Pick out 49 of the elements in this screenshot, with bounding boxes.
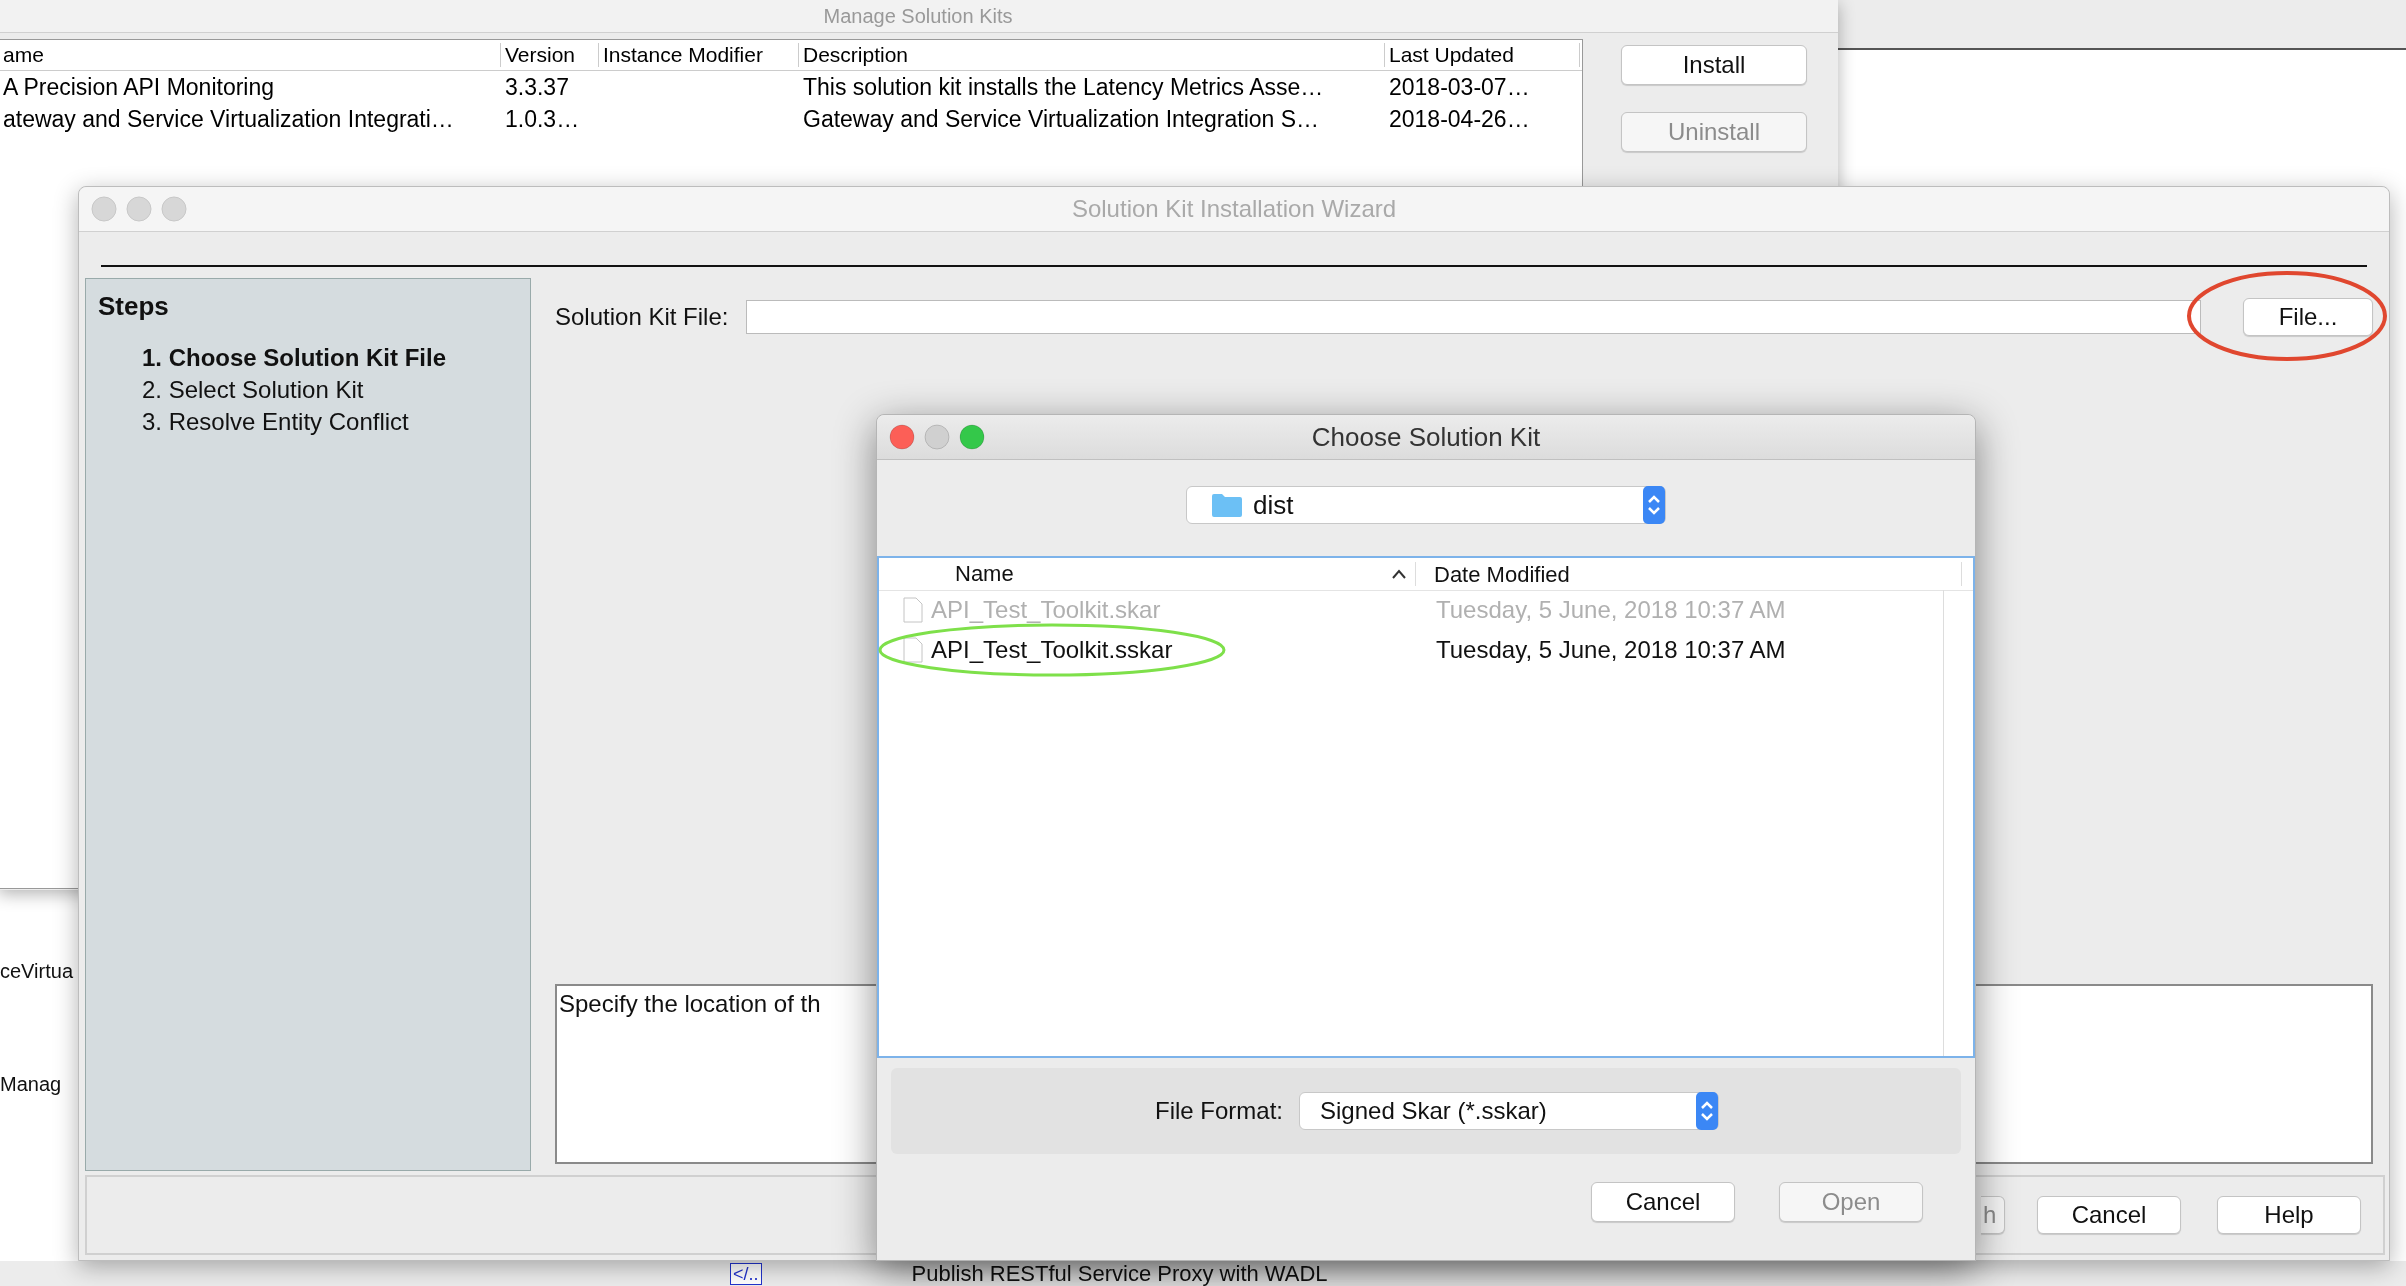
step-item: 1. Choose Solution Kit File	[142, 343, 447, 373]
field-label: File Format:	[1155, 1097, 1283, 1125]
popup-arrows-icon	[1643, 486, 1665, 524]
format-dropdown[interactable]: Signed Skar (*.sskar)	[1299, 1092, 1719, 1130]
folder-icon	[1211, 492, 1243, 518]
column-header[interactable]: Instance Modifier	[599, 43, 799, 67]
table-cell-text: ateway and Service Virtualization Integrati…	[2, 105, 455, 133]
column-header[interactable]: Name	[879, 562, 1416, 586]
table-cell-text: This solution kit installs the Latency Metrics Asse…	[802, 73, 1325, 101]
list-item: Publish RESTful Service Proxy with WADL	[911, 1260, 1328, 1286]
window-title: Solution Kit Installation Wizard	[1070, 195, 1398, 223]
window-title: Manage Solution Kits	[823, 4, 1013, 28]
panel-title: Steps	[98, 291, 170, 322]
table-cell-text: A Precision API Monitoring	[2, 73, 276, 101]
table-cell-text: 3.3.37	[504, 73, 570, 101]
panel-label: ceVirtua	[0, 960, 73, 983]
minimize-button[interactable]	[126, 196, 152, 222]
table-cell-text: 1.0.3…	[504, 105, 581, 133]
file-name[interactable]: API_Test_Toolkit.sskar	[931, 638, 1173, 662]
file-path-field[interactable]	[746, 300, 2201, 334]
step-item: 2. Select Solution Kit	[142, 375, 365, 405]
table-cell-text: Gateway and Service Virtualization Integration S…	[802, 105, 1321, 133]
cancel-button[interactable]: Cancel	[2037, 1196, 2181, 1234]
panel-label: Manag	[0, 1073, 62, 1096]
cancel-button[interactable]: Cancel	[1591, 1182, 1735, 1222]
folder-name: dist	[1253, 489, 1294, 521]
document-icon	[903, 597, 923, 623]
dialog-title: Choose Solution Kit	[1310, 421, 1542, 453]
table-cell-text: 2018-04-26…	[1388, 105, 1531, 133]
column-header[interactable]: Date Modified	[1416, 562, 1962, 586]
file-date: Tuesday, 5 June, 2018 10:37 AM	[1435, 598, 1786, 622]
format-value: Signed Skar (*.sskar)	[1320, 1097, 1547, 1125]
table-cell-text: 2018-03-07…	[1388, 73, 1531, 101]
close-button[interactable]	[91, 196, 117, 222]
column-header[interactable]: Last Updated	[1385, 43, 1580, 67]
help-button[interactable]: Help	[2217, 1196, 2361, 1234]
step-item: 3. Resolve Entity Conflict	[142, 407, 410, 437]
document-icon	[903, 637, 923, 663]
popup-arrows-icon	[1696, 1092, 1718, 1130]
zoom-button[interactable]	[161, 196, 187, 222]
file-date: Tuesday, 5 June, 2018 10:37 AM	[1435, 638, 1786, 662]
field-label: Solution Kit File:	[555, 303, 729, 331]
column-header[interactable]: ame	[0, 43, 501, 67]
column-header[interactable]: Description	[799, 43, 1385, 67]
folder-dropdown[interactable]: dist	[1186, 486, 1666, 524]
install-button[interactable]: Install	[1621, 45, 1807, 85]
column-header[interactable]: Version	[501, 43, 599, 67]
file-button[interactable]: File...	[2243, 298, 2373, 336]
code-icon: </..	[730, 1262, 762, 1285]
